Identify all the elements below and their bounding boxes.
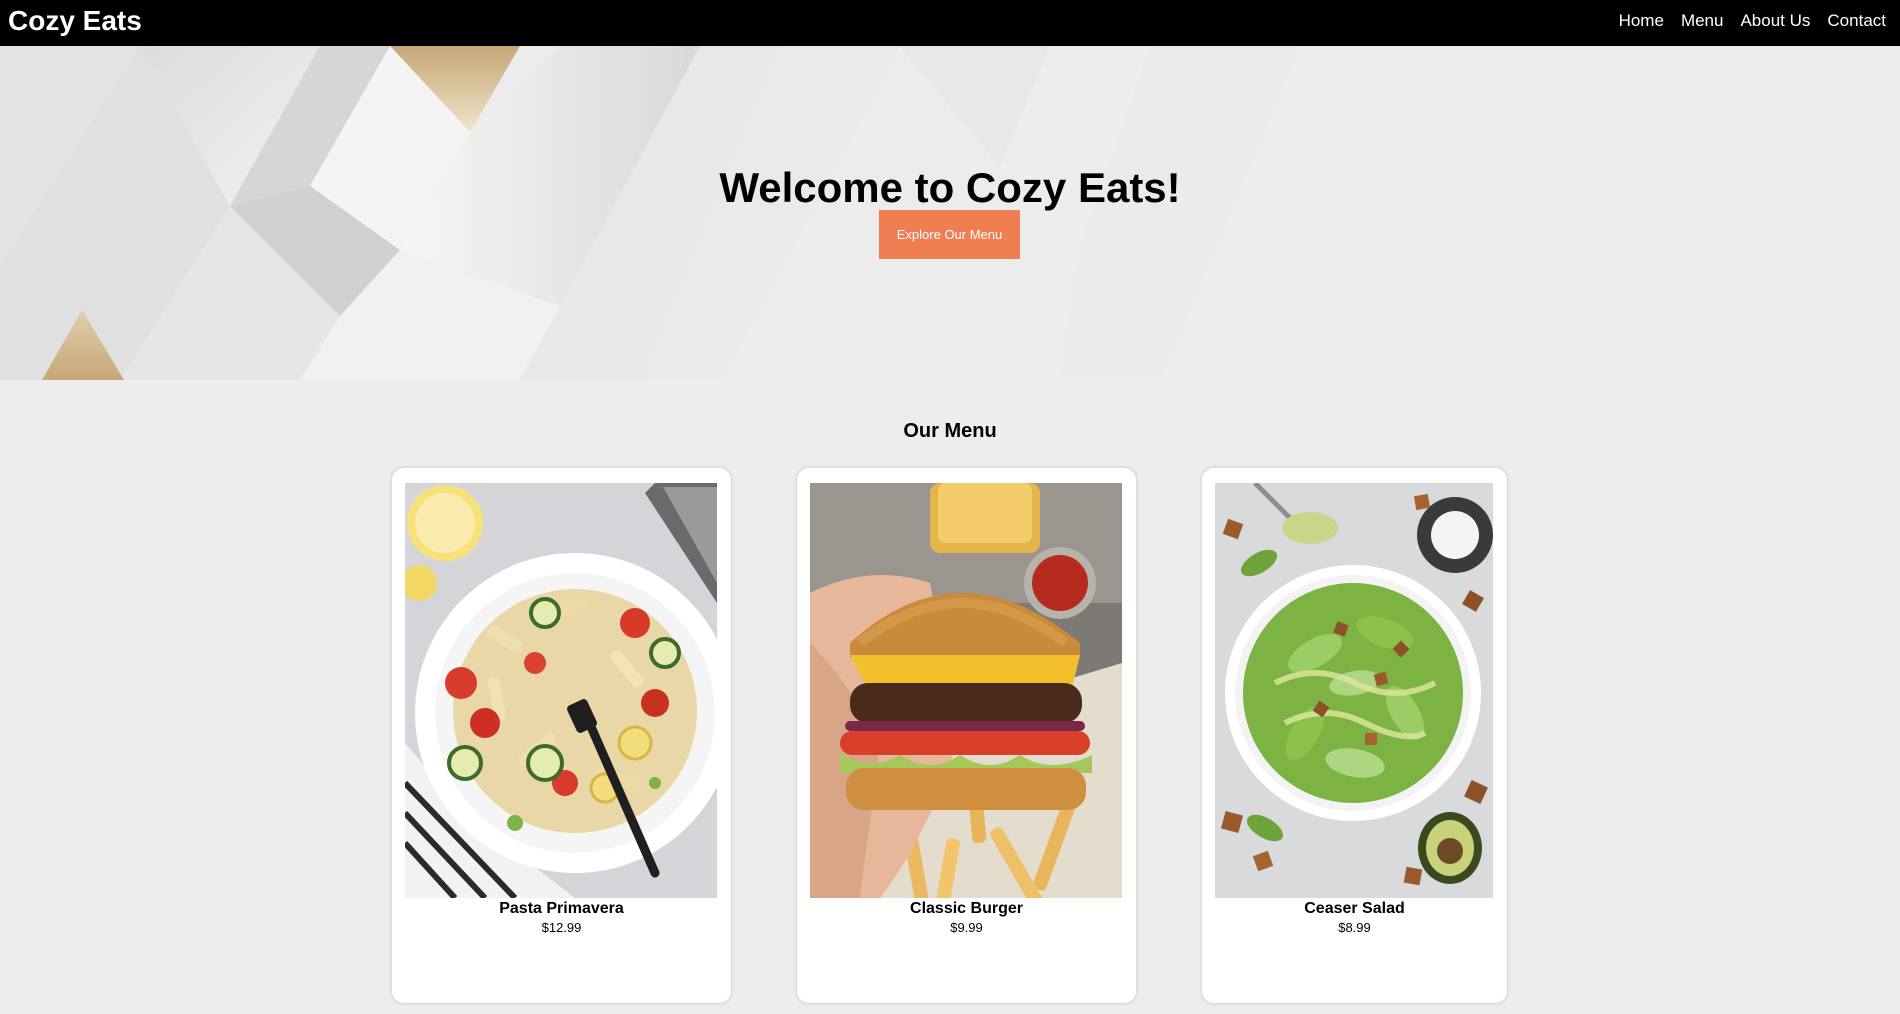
menu-card-burger[interactable]: Classic Burger $9.99 <box>797 468 1136 1003</box>
brand-logo[interactable]: Cozy Eats <box>8 5 142 37</box>
menu-item-name: Classic Burger <box>910 900 1023 917</box>
menu-item-name: Ceaser Salad <box>1304 900 1405 917</box>
menu-card-pasta[interactable]: Pasta Primavera $12.99 <box>392 468 731 1003</box>
hero-section: Welcome to Cozy Eats! Explore Our Menu <box>0 46 1900 380</box>
nav-link-menu[interactable]: Menu <box>1681 11 1724 31</box>
nav-links: Home Menu About Us Contact <box>1619 11 1886 31</box>
menu-item-name: Pasta Primavera <box>499 900 624 917</box>
navbar: Cozy Eats Home Menu About Us Contact <box>0 0 1900 46</box>
salad-photo <box>1215 483 1493 898</box>
menu-item-price: $12.99 <box>541 920 582 935</box>
explore-menu-button[interactable]: Explore Our Menu <box>879 210 1020 259</box>
burger-photo <box>810 483 1122 898</box>
hero-title: Welcome to Cozy Eats! <box>719 164 1181 211</box>
menu-section-title: Our Menu <box>903 420 997 442</box>
pasta-photo <box>405 483 717 898</box>
menu-item-price: $9.99 <box>950 920 983 935</box>
menu-card-salad[interactable]: Ceaser Salad $8.99 <box>1202 468 1507 1003</box>
nav-link-contact[interactable]: Contact <box>1827 11 1886 31</box>
menu-item-price: $8.99 <box>1338 920 1371 935</box>
nav-link-home[interactable]: Home <box>1619 11 1664 31</box>
nav-link-about-us[interactable]: About Us <box>1740 11 1810 31</box>
